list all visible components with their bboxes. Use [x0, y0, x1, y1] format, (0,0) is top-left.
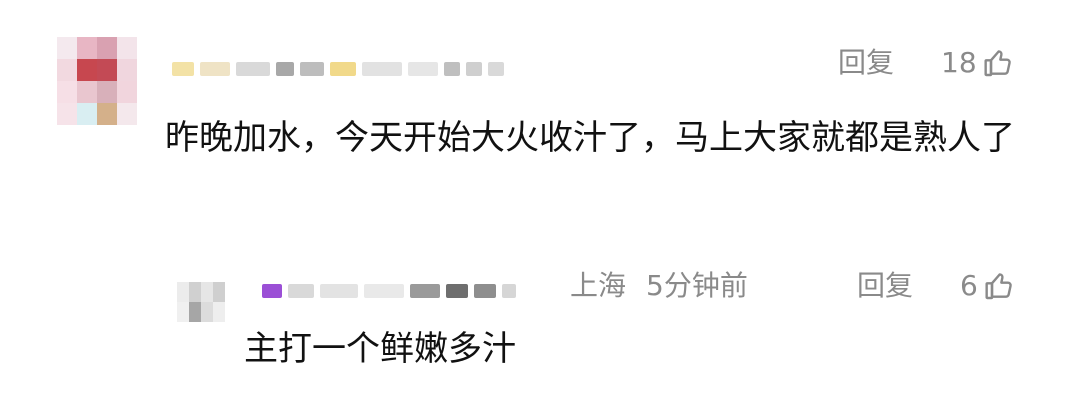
reply-avatar[interactable] — [177, 282, 225, 322]
reply-location: 上海 — [570, 269, 627, 302]
thumbs-up-icon — [984, 50, 1011, 77]
reply-button[interactable]: 回复 — [838, 45, 894, 81]
reply-like-count: 6 — [960, 269, 978, 302]
reply-username-blurred[interactable] — [262, 284, 516, 298]
reply-text: 主打一个鲜嫩多汁 — [244, 329, 516, 369]
avatar[interactable] — [57, 37, 137, 127]
like-count: 18 — [941, 46, 977, 79]
reply-reply-button[interactable]: 回复 — [857, 268, 913, 304]
username-blurred[interactable] — [172, 62, 504, 76]
comment-text: 昨晚加水，今天开始大火收汁了，马上大家就都是熟人了 — [165, 118, 1015, 158]
thumbs-up-icon — [985, 273, 1012, 300]
reply-like-button[interactable]: 6 — [960, 268, 1016, 304]
like-button[interactable]: 18 — [941, 45, 1015, 81]
reply-time: 5分钟前 — [646, 269, 748, 302]
